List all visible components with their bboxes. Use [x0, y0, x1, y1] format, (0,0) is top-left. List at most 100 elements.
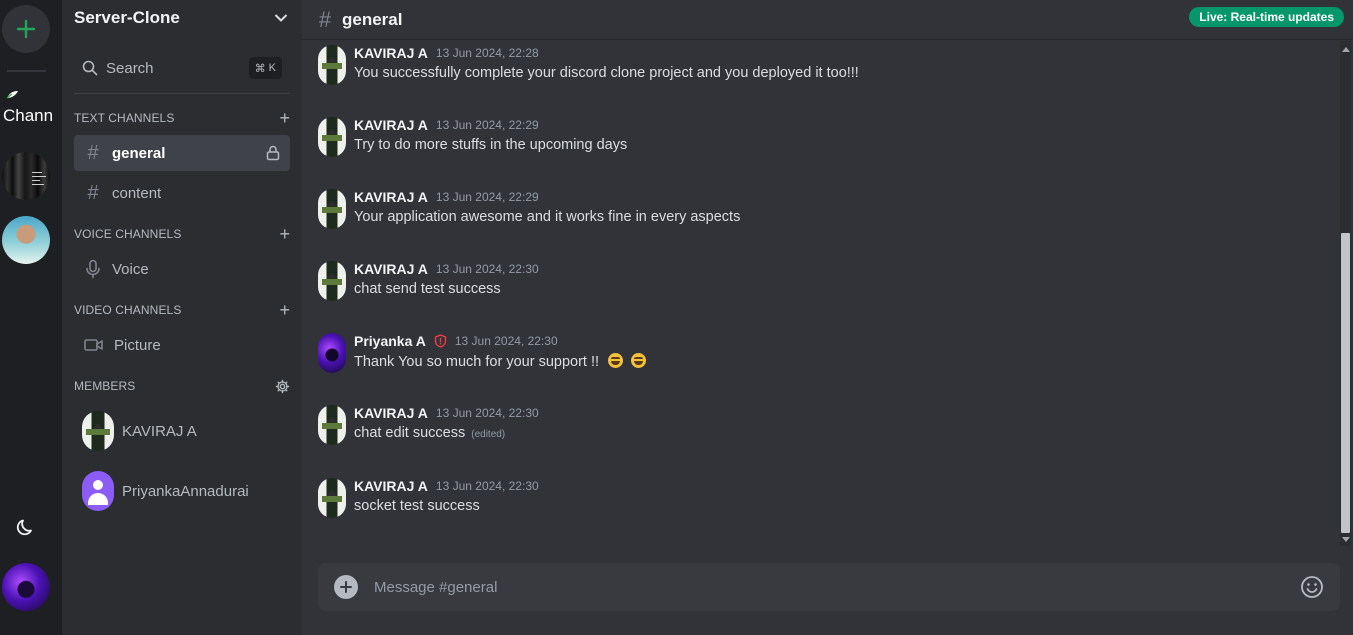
message-text: Thank You so much for your support !!: [354, 354, 600, 370]
category-video-channels: VIDEO CHANNELS +: [74, 300, 290, 320]
microphone-icon: [86, 259, 100, 279]
server-icon-dark[interactable]: [2, 152, 50, 200]
hash-icon: #: [87, 141, 99, 164]
message-item[interactable]: KAVIRAJ A 13 Jun 2024, 22:29 Try to do mo…: [318, 115, 1318, 165]
message-author[interactable]: KAVIRAJ A: [354, 45, 428, 61]
channel-name: content: [112, 184, 162, 202]
moon-icon[interactable]: [16, 517, 36, 537]
message-item[interactable]: Priyanka A 13 Jun 2024, 22:30 Thank You …: [318, 331, 1318, 381]
add-channel-icon[interactable]: +: [279, 225, 290, 243]
avatar: [82, 471, 114, 511]
live-status-badge: Live: Real-time updates: [1189, 7, 1344, 27]
message-author[interactable]: KAVIRAJ A: [354, 261, 428, 277]
message-timestamp: 13 Jun 2024, 22:29: [435, 190, 539, 204]
avatar[interactable]: [318, 405, 346, 445]
member-name: KAVIRAJ A: [122, 422, 197, 440]
category-text-channels: TEXT CHANNELS +: [74, 108, 290, 128]
message-author[interactable]: KAVIRAJ A: [354, 117, 428, 133]
edited-label: (edited): [471, 429, 506, 440]
message-text: chat send test success: [354, 281, 501, 297]
message-timestamp: 13 Jun 2024, 22:28: [435, 46, 539, 60]
scroll-down-arrow-icon[interactable]: [1342, 537, 1350, 542]
message-item[interactable]: KAVIRAJ A 13 Jun 2024, 22:30 chat send te…: [318, 259, 1318, 309]
gear-icon[interactable]: [275, 379, 290, 394]
message-text: chat edit success: [354, 425, 466, 441]
user-avatar-button[interactable]: [2, 563, 50, 611]
server-icon-chann[interactable]: Chann: [2, 88, 52, 128]
message-scrollbar[interactable]: [1340, 41, 1351, 546]
scroll-up-arrow-icon[interactable]: [1342, 47, 1350, 52]
member-item-priyanka[interactable]: PriyankaAnnadurai: [82, 471, 292, 511]
channel-title: general: [342, 9, 403, 29]
emoji-picker-icon[interactable]: [1300, 575, 1324, 599]
chevron-down-icon: [274, 14, 288, 22]
lock-icon: [266, 145, 280, 161]
server-header-button[interactable]: Server-Clone: [62, 0, 302, 36]
message-timestamp: 13 Jun 2024, 22:30: [454, 334, 558, 348]
server-label: Chann: [3, 106, 52, 125]
search-shortcut: ⌘ K: [248, 57, 282, 79]
server-icon-photo[interactable]: [2, 216, 50, 264]
avatar: [82, 411, 114, 451]
channel-name: Voice: [112, 260, 149, 278]
command-key-icon: ⌘: [254, 62, 266, 75]
channel-name: Picture: [114, 336, 161, 354]
message-item[interactable]: KAVIRAJ A 13 Jun 2024, 22:29 Your applica…: [318, 187, 1318, 237]
server-rail: Chann: [0, 0, 62, 635]
category-label: MEMBERS: [74, 379, 136, 393]
grinning-emoji-icon: [631, 353, 647, 368]
member-name: PriyankaAnnadurai: [122, 482, 249, 500]
add-server-button[interactable]: [2, 5, 50, 53]
add-channel-icon[interactable]: +: [279, 109, 290, 127]
message-timestamp: 13 Jun 2024, 22:30: [435, 479, 539, 493]
message-author[interactable]: KAVIRAJ A: [354, 189, 428, 205]
message-input[interactable]: [374, 578, 1300, 596]
message-text: Try to do more stuffs in the upcoming da…: [354, 137, 628, 153]
message-item[interactable]: KAVIRAJ A 13 Jun 2024, 22:30 chat edit su…: [318, 403, 1318, 453]
channel-voice[interactable]: Voice: [74, 251, 290, 287]
channel-general[interactable]: # general: [74, 135, 290, 171]
channel-sidebar: Server-Clone Search ⌘ K TEXT CHANNELS + …: [62, 0, 302, 635]
avatar[interactable]: [318, 333, 346, 373]
avatar[interactable]: [318, 261, 346, 301]
avatar[interactable]: [318, 189, 346, 229]
channel-content[interactable]: # content: [74, 175, 290, 211]
shortcut-key: K: [268, 62, 276, 74]
category-label: VOICE CHANNELS: [74, 227, 182, 241]
channel-picture[interactable]: Picture: [74, 327, 290, 363]
message-author[interactable]: KAVIRAJ A: [354, 478, 428, 494]
avatar[interactable]: [318, 117, 346, 157]
rail-divider: [7, 70, 46, 72]
hash-icon: #: [318, 6, 332, 32]
plus-icon: [340, 581, 352, 593]
add-channel-icon[interactable]: +: [279, 301, 290, 319]
message-text-row: chat edit success (edited): [354, 425, 505, 441]
search-label: Search: [106, 59, 154, 77]
message-item[interactable]: KAVIRAJ A 13 Jun 2024, 22:30 socket test …: [318, 476, 1318, 526]
category-label: VIDEO CHANNELS: [74, 303, 182, 317]
message-timestamp: 13 Jun 2024, 22:30: [435, 262, 539, 276]
message-author[interactable]: Priyanka A: [354, 333, 426, 349]
grinning-emoji-icon: [608, 353, 624, 368]
category-voice-channels: VOICE CHANNELS +: [74, 224, 290, 244]
chat-header: # general Live: Real-time updates: [302, 0, 1353, 40]
member-item-kaviraj[interactable]: KAVIRAJ A: [82, 411, 292, 451]
shield-alert-icon: [434, 334, 447, 348]
avatar[interactable]: [318, 45, 346, 85]
message-author[interactable]: KAVIRAJ A: [354, 405, 428, 421]
message-text: socket test success: [354, 498, 480, 514]
message-text-row: Thank You so much for your support !!: [354, 353, 647, 370]
video-camera-icon: [84, 339, 103, 351]
attach-button[interactable]: [334, 575, 358, 599]
search-button[interactable]: Search ⌘ K: [74, 52, 292, 84]
category-label: TEXT CHANNELS: [74, 111, 175, 125]
message-text: Your application awesome and it works fi…: [354, 209, 741, 225]
scrollbar-thumb[interactable]: [1341, 233, 1350, 533]
search-icon: [82, 60, 98, 76]
plus-icon: [16, 19, 36, 39]
category-members: MEMBERS: [74, 376, 290, 396]
channel-name: general: [112, 144, 166, 162]
avatar[interactable]: [318, 478, 346, 518]
message-text: You successfully complete your discord c…: [354, 65, 859, 81]
message-item[interactable]: KAVIRAJ A 13 Jun 2024, 22:28 You successf…: [318, 43, 1318, 93]
